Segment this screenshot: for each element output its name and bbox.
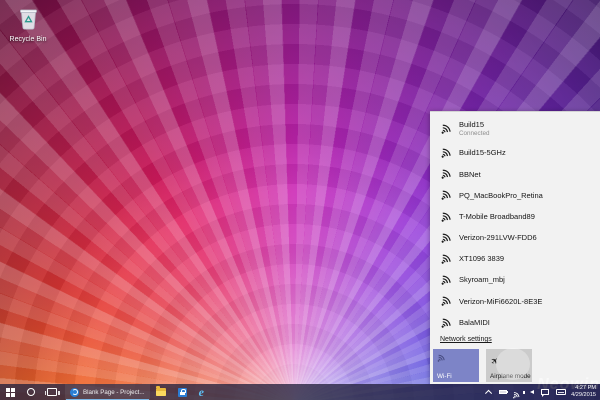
clock-time: 4:27 PM — [575, 385, 596, 392]
wifi-signal-icon — [436, 229, 454, 247]
wifi-network-item[interactable]: PQ_MacBookPro_Retina — [430, 185, 600, 206]
clock-date: 4/29/2015 — [571, 392, 596, 399]
store-button[interactable] — [172, 384, 193, 400]
network-name: T-Mobile Broadband89 — [459, 213, 535, 222]
tray-battery-button[interactable] — [495, 384, 510, 400]
recycle-bin-label: Recycle Bin — [10, 36, 47, 44]
windows-logo-icon — [6, 388, 15, 397]
wifi-toggle-label: Wi-Fi — [437, 373, 452, 380]
network-name: PQ_MacBookPro_Retina — [459, 192, 543, 201]
task-view-button[interactable] — [41, 384, 63, 400]
network-name: Build15 — [459, 121, 489, 130]
tray-volume-button[interactable] — [526, 384, 537, 400]
speaker-icon — [530, 390, 534, 394]
wifi-network-item[interactable]: BalaMIDI — [430, 313, 600, 334]
wifi-signal-icon — [436, 208, 454, 226]
wifi-network-item[interactable]: BBNet — [430, 164, 600, 185]
action-center-button[interactable] — [537, 384, 552, 400]
network-name: Verizon-MiFi6620L-8E3E — [459, 298, 542, 307]
chevron-up-icon — [485, 390, 491, 396]
wifi-network-item[interactable]: T-Mobile Broadband89 — [430, 207, 600, 228]
start-button[interactable] — [0, 384, 21, 400]
network-status: Connected — [459, 130, 489, 137]
wifi-network-item[interactable]: Build15-5GHz — [430, 143, 600, 164]
keyboard-icon — [556, 389, 566, 396]
internet-explorer-icon — [199, 386, 204, 398]
network-name: BalaMIDI — [459, 319, 490, 328]
wifi-signal-icon — [436, 272, 454, 290]
wifi-network-item[interactable]: XT1096 3839 — [430, 249, 600, 270]
wifi-network-flyout: Build15 Connected Build15-5GHz — [430, 111, 600, 384]
wifi-network-item[interactable]: Verizon-291LVW-FDD6 — [430, 228, 600, 249]
search-icon — [27, 388, 35, 396]
taskbar-task-spartan[interactable]: Blank Page - Project... — [65, 384, 150, 400]
battery-icon — [499, 390, 507, 395]
network-settings-link[interactable]: Network settings — [440, 336, 492, 343]
wifi-icon — [435, 350, 449, 364]
touch-keyboard-button[interactable] — [552, 384, 569, 400]
network-name: Skyroam_mbj — [459, 276, 505, 285]
taskbar-clock[interactable]: 4:27 PM 4/29/2015 — [571, 385, 596, 399]
network-name: XT1096 3839 — [459, 255, 504, 264]
wifi-signal-icon — [436, 293, 454, 311]
action-center-icon — [541, 389, 549, 396]
internet-explorer-button[interactable] — [193, 384, 210, 400]
network-name: Build15-5GHz — [459, 149, 506, 158]
store-bag-icon — [178, 388, 187, 397]
wifi-network-item[interactable]: Skyroam_mbj — [430, 270, 600, 291]
task-button-label: Blank Page - Project... — [83, 389, 145, 396]
wifi-signal-icon — [436, 314, 454, 332]
file-explorer-button[interactable] — [150, 384, 172, 400]
recycle-bin-icon — [18, 6, 39, 35]
system-tray: 4:27 PM 4/29/2015 — [484, 384, 600, 400]
folder-icon — [156, 388, 166, 396]
wifi-signal-icon — [436, 250, 454, 268]
wifi-signal-icon — [436, 187, 454, 205]
wifi-signal-icon — [436, 166, 454, 184]
taskbar: Blank Page - Project... — [0, 384, 600, 400]
network-name: Verizon-291LVW-FDD6 — [459, 234, 537, 243]
wifi-toggle-button[interactable]: Wi-Fi — [433, 349, 479, 382]
recycle-bin-shortcut[interactable]: Recycle Bin — [4, 6, 52, 44]
wifi-network-list: Build15 Connected Build15-5GHz — [430, 112, 600, 334]
windows-desktop: Recycle Bin Build15 Connected — [0, 0, 600, 400]
search-button[interactable] — [21, 384, 41, 400]
wifi-network-item[interactable]: Build15 Connected — [430, 115, 600, 143]
wifi-network-item[interactable]: Verizon-MiFi6620L-8E3E — [430, 291, 600, 312]
wifi-signal-icon — [436, 120, 454, 138]
spartan-browser-icon — [70, 388, 79, 397]
watermark-blob — [496, 348, 530, 380]
network-name: BBNet — [459, 171, 481, 180]
wifi-signal-icon — [436, 144, 454, 162]
show-hidden-icons-button[interactable] — [484, 384, 496, 400]
task-view-icon — [47, 388, 57, 396]
